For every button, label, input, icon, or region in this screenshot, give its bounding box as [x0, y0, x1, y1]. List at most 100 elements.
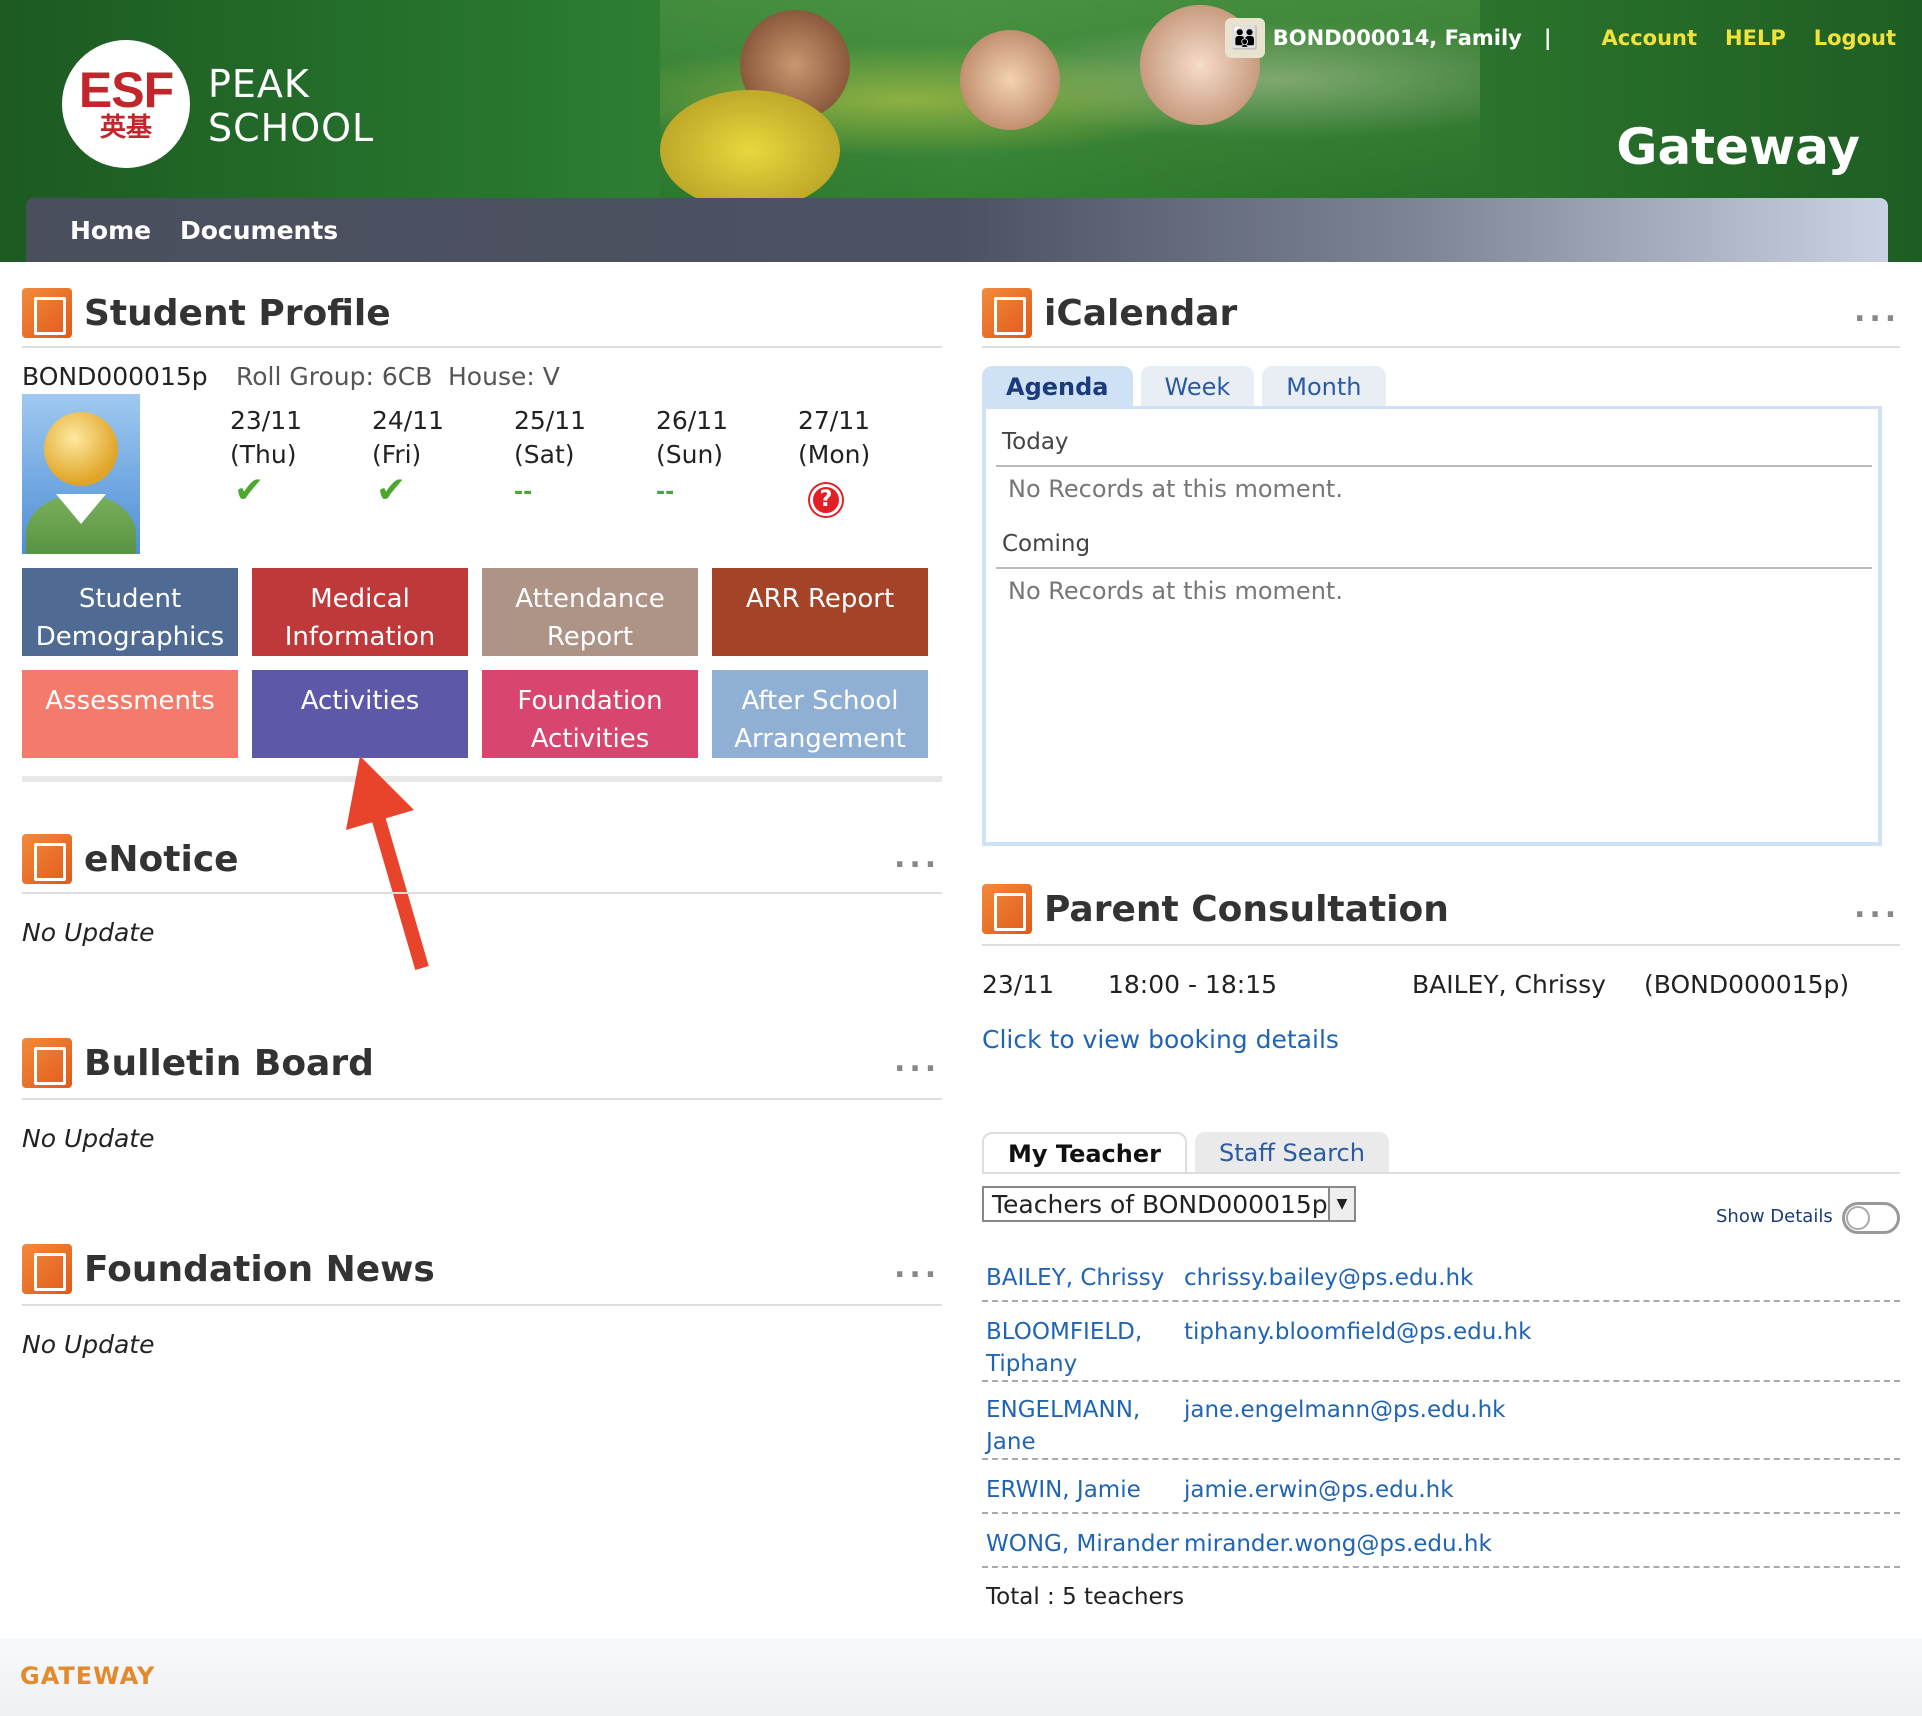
- table-row: BLOOMFIELD, Tiphany tiphany.bloomfield@p…: [982, 1316, 1900, 1382]
- day-weekday: (Thu): [230, 440, 297, 469]
- teacher-name[interactable]: WONG, Mirander: [986, 1528, 1186, 1560]
- tab-my-teacher[interactable]: My Teacher: [982, 1132, 1187, 1174]
- show-details-toggle[interactable]: [1842, 1202, 1900, 1234]
- house: House: V: [448, 362, 560, 391]
- tab-staff-search[interactable]: Staff Search: [1194, 1132, 1389, 1174]
- student-demographics-tile[interactable]: Student Demographics: [22, 568, 238, 656]
- view-booking-link[interactable]: Click to view booking details: [982, 1025, 1339, 1054]
- no-attendance-status: --: [656, 480, 675, 505]
- teacher-name[interactable]: ERWIN, Jamie: [986, 1474, 1176, 1506]
- coming-label: Coming: [1002, 531, 1091, 557]
- main-nav: Home Documents: [26, 198, 1888, 262]
- icalendar-more-button[interactable]: ...: [1854, 294, 1900, 329]
- bulletin-header: Bulletin Board: [22, 1038, 374, 1088]
- after-school-arrangement-tile[interactable]: After School Arrangement: [712, 670, 928, 758]
- divider: [996, 465, 1872, 467]
- consultation-teacher: BAILEY, Chrissy: [1412, 970, 1606, 999]
- day-date: 24/11: [372, 406, 445, 435]
- check-icon: ✔: [376, 470, 407, 511]
- nav-documents[interactable]: Documents: [180, 216, 338, 245]
- student-profile-icon: [22, 288, 72, 338]
- nav-home[interactable]: Home: [70, 216, 151, 245]
- divider: [22, 892, 942, 894]
- student-avatar[interactable]: [22, 394, 140, 554]
- today-label: Today: [1002, 429, 1069, 455]
- tile-label: ARR Report: [745, 584, 895, 614]
- icalendar-title: iCalendar: [1044, 292, 1238, 334]
- teacher-total: Total : 5 teachers: [986, 1584, 1185, 1610]
- user-bar: 👪 BOND000014, Family | Account HELP Logo…: [1224, 18, 1896, 58]
- student-id: BOND000015p: [22, 362, 208, 391]
- teacher-email[interactable]: chrissy.bailey@ps.edu.hk: [1184, 1262, 1473, 1294]
- teacher-email[interactable]: mirander.wong@ps.edu.hk: [1184, 1528, 1492, 1560]
- check-icon: ✔: [234, 470, 265, 511]
- bulletin-more-button[interactable]: ...: [894, 1044, 940, 1079]
- parent-consultation-header: Parent Consultation: [982, 884, 1449, 934]
- enotice-more-button[interactable]: ...: [894, 840, 940, 875]
- foundation-news-header: Foundation News: [22, 1244, 435, 1294]
- consultation-more-button[interactable]: ...: [1854, 890, 1900, 925]
- enotice-content: No Update: [22, 918, 155, 947]
- logout-link[interactable]: Logout: [1814, 26, 1896, 50]
- teacher-email[interactable]: tiphany.bloomfield@ps.edu.hk: [1184, 1316, 1532, 1348]
- divider: [982, 944, 1900, 946]
- consultation-icon: [982, 884, 1032, 934]
- profile-bottom-divider: [22, 776, 942, 782]
- teacher-name[interactable]: ENGELMANN, Jane: [986, 1394, 1176, 1458]
- agenda-panel: Today No Records at this moment. Coming …: [982, 406, 1882, 846]
- teacher-name[interactable]: BLOOMFIELD, Tiphany: [986, 1316, 1176, 1380]
- table-row: BAILEY, Chrissy chrissy.bailey@ps.edu.hk: [982, 1262, 1900, 1302]
- divider: [22, 1304, 942, 1306]
- tile-label: Medical Information: [284, 584, 436, 652]
- tile-label: Activities: [300, 686, 420, 716]
- help-link[interactable]: HELP: [1725, 26, 1786, 50]
- enotice-header: eNotice: [22, 834, 239, 884]
- foundation-news-more-button[interactable]: ...: [894, 1250, 940, 1285]
- day-date: 25/11: [514, 406, 587, 435]
- tile-label: Foundation Activities: [517, 686, 663, 754]
- portal-title: Gateway: [1616, 118, 1860, 176]
- today-content: No Records at this moment.: [1008, 475, 1343, 503]
- toggle-knob: [1846, 1206, 1870, 1230]
- attendance-day: 24/11 (Fri): [372, 404, 472, 472]
- tab-month[interactable]: Month: [1262, 366, 1386, 408]
- teacher-name[interactable]: BAILEY, Chrissy: [986, 1262, 1176, 1294]
- medical-information-tile[interactable]: Medical Information: [252, 568, 468, 656]
- divider: [982, 1172, 1900, 1174]
- teacher-email[interactable]: jamie.erwin@ps.edu.hk: [1184, 1474, 1454, 1506]
- parent-consultation-title: Parent Consultation: [1044, 888, 1449, 930]
- foundation-news-icon: [22, 1244, 72, 1294]
- school-name-line2: SCHOOL: [208, 106, 375, 150]
- foundation-news-content: No Update: [22, 1330, 155, 1359]
- day-date: 27/11: [798, 406, 871, 435]
- photo-figure: [660, 90, 840, 210]
- account-link[interactable]: Account: [1602, 26, 1698, 50]
- teacher-select[interactable]: Teachers of BOND000015p ▼: [982, 1186, 1356, 1222]
- logo-esf-text: ESF: [78, 62, 174, 118]
- tile-label: Attendance Report: [515, 584, 665, 652]
- school-name-line1: PEAK: [208, 62, 310, 106]
- foundation-activities-tile[interactable]: Foundation Activities: [482, 670, 698, 758]
- enotice-icon: [22, 834, 72, 884]
- esf-logo[interactable]: ESF 英基: [62, 40, 190, 168]
- logo-chinese-text: 英基: [99, 113, 152, 143]
- table-row: ENGELMANN, Jane jane.engelmann@ps.edu.hk: [982, 1394, 1900, 1460]
- attendance-report-tile[interactable]: Attendance Report: [482, 568, 698, 656]
- tile-label: Assessments: [45, 686, 215, 716]
- teacher-email[interactable]: jane.engelmann@ps.edu.hk: [1184, 1394, 1505, 1426]
- arr-report-tile[interactable]: ARR Report: [712, 568, 928, 656]
- coming-content: No Records at this moment.: [1008, 577, 1343, 605]
- tab-agenda[interactable]: Agenda: [982, 366, 1133, 408]
- attendance-day: 27/11 (Mon): [798, 404, 898, 472]
- attendance-day: 26/11 (Sun): [656, 404, 756, 472]
- table-row: ERWIN, Jamie jamie.erwin@ps.edu.hk: [982, 1474, 1900, 1514]
- day-weekday: (Fri): [372, 440, 422, 469]
- enotice-title: eNotice: [84, 838, 239, 880]
- family-user-icon: 👪: [1224, 18, 1265, 58]
- question-icon[interactable]: ?: [810, 480, 842, 516]
- assessments-tile[interactable]: Assessments: [22, 670, 238, 758]
- activities-tile[interactable]: Activities: [252, 670, 468, 758]
- tab-week[interactable]: Week: [1140, 366, 1255, 408]
- divider: [22, 346, 942, 348]
- bulletin-icon: [22, 1038, 72, 1088]
